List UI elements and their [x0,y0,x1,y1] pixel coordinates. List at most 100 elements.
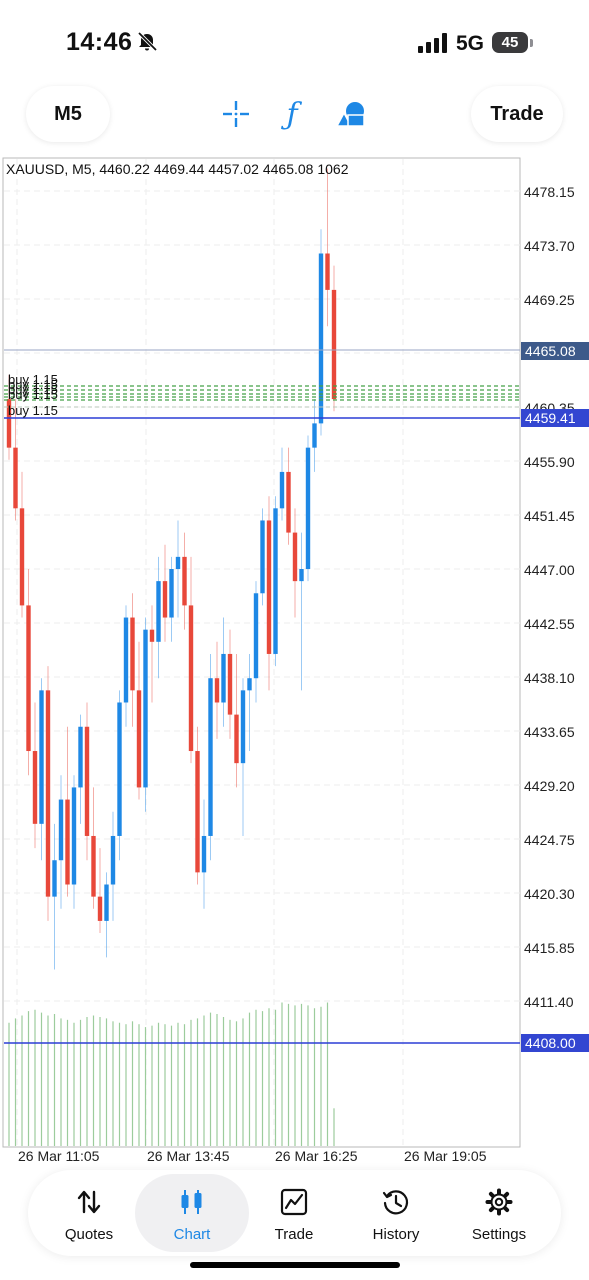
candle-body [169,569,174,618]
candle-body [273,508,278,654]
candle-body [318,253,324,424]
order-label[interactable]: buy 1.15 [8,388,58,401]
candle-body [253,593,259,679]
candle-body [227,653,233,715]
nav-quotes[interactable]: Quotes [36,1174,142,1252]
nav-label: Settings [471,1226,527,1243]
candle-body [208,678,213,836]
chart-canvas[interactable] [0,157,589,1157]
nav-label: Trade [274,1226,314,1243]
network-type: 5G [456,32,485,55]
price-chart[interactable]: XAUUSD, M5, 4460.22 4469.44 4457.02 4465… [0,157,589,1164]
candle-body [234,714,239,764]
nav-trade[interactable]: Trade [241,1174,347,1252]
candle-body [58,799,64,861]
chart-toolbar: M5 ƒ Trade [0,78,589,152]
status-time: 14:46 [66,28,133,56]
price-tick: 4478.15 [524,184,575,200]
candle-body [32,751,38,824]
candle-body [162,581,168,618]
candle-body [91,835,96,897]
candle-body [305,447,311,569]
price-tick: 4411.40 [524,994,574,1010]
candle-body [39,690,44,824]
indicators-function-icon[interactable]: ƒ [274,96,310,132]
candle-body [292,532,298,582]
price-tick: 4420.30 [524,886,575,902]
trade-button[interactable]: Trade [471,86,563,142]
price-tick: 4433.65 [524,724,575,740]
volume-line-price-tag: 4408.00 [521,1034,589,1052]
candle-body [279,471,285,509]
candle-body [13,447,18,509]
trade-icon [280,1188,308,1216]
home-indicator[interactable] [190,1262,400,1268]
timeframe-button[interactable]: M5 [26,86,110,142]
candle-body [286,471,291,533]
history-icon [382,1190,409,1215]
candle-body [195,751,200,873]
crosshair-icon[interactable] [218,96,254,132]
price-tick: 4415.85 [524,940,575,956]
nav-label: Chart [173,1226,211,1243]
time-tick: 26 Mar 11:05 [18,1148,100,1164]
price-tick: 4455.90 [524,454,575,470]
battery-tip [530,39,533,47]
candle-body [117,702,122,836]
candle-body [84,726,90,836]
chart-icon [181,1190,202,1214]
price-tick: 4451.45 [524,508,575,524]
candle-body [71,787,77,885]
objects-shapes-icon[interactable] [333,96,369,132]
candle-body [182,556,187,606]
candle-body [331,289,337,400]
candle-body [156,581,161,642]
nav-chart[interactable]: Chart [135,1174,249,1252]
candle-body [221,653,226,703]
quotes-icon [77,1190,101,1214]
order-label[interactable]: buy 1.15 [8,404,58,417]
candle-body [143,629,148,788]
candle-body [52,860,57,897]
candle-body [78,726,83,788]
time-tick: 26 Mar 13:45 [147,1148,230,1164]
candle-body [45,690,51,897]
time-tick: 26 Mar 19:05 [404,1148,487,1164]
candle-body [312,423,317,448]
candle-body [214,678,220,703]
candle-body [97,896,103,921]
nav-label: History [372,1226,420,1243]
nav-settings[interactable]: Settings [446,1174,552,1252]
status-bar: 14:46 5G 45 [0,0,589,80]
candle-body [266,520,272,654]
muted-bell-icon [137,31,158,52]
price-tick: 4447.00 [524,562,575,578]
candle-body [149,629,155,642]
price-tick: 4469.25 [524,292,575,308]
candle-body [65,799,70,885]
battery-icon: 45 [492,32,528,53]
price-tick: 4429.20 [524,778,575,794]
nav-history[interactable]: History [343,1174,449,1252]
candle-body [240,690,246,764]
order-line-price-tag: 4459.41 [521,409,589,427]
candle-body [175,556,181,569]
price-tick: 4438.10 [524,670,575,686]
settings-icon [485,1188,513,1216]
bottom-navigation: Quotes Chart Trade History Settings [28,1170,561,1256]
candle-body [188,605,194,752]
candle-body [130,617,135,691]
candle-body [299,569,304,582]
candle-body [19,508,25,606]
price-tick: 4424.75 [524,832,575,848]
cell-signal-icon [418,33,447,53]
price-tick: 4442.55 [524,616,575,632]
candle-body [110,835,116,885]
candle-body [325,253,330,290]
candle-body [136,690,142,788]
candle-body [104,884,109,921]
current-price-tag: 4465.08 [521,342,589,360]
candle-body [123,617,129,703]
time-tick: 26 Mar 16:25 [275,1148,358,1164]
price-tick: 4473.70 [524,238,575,254]
